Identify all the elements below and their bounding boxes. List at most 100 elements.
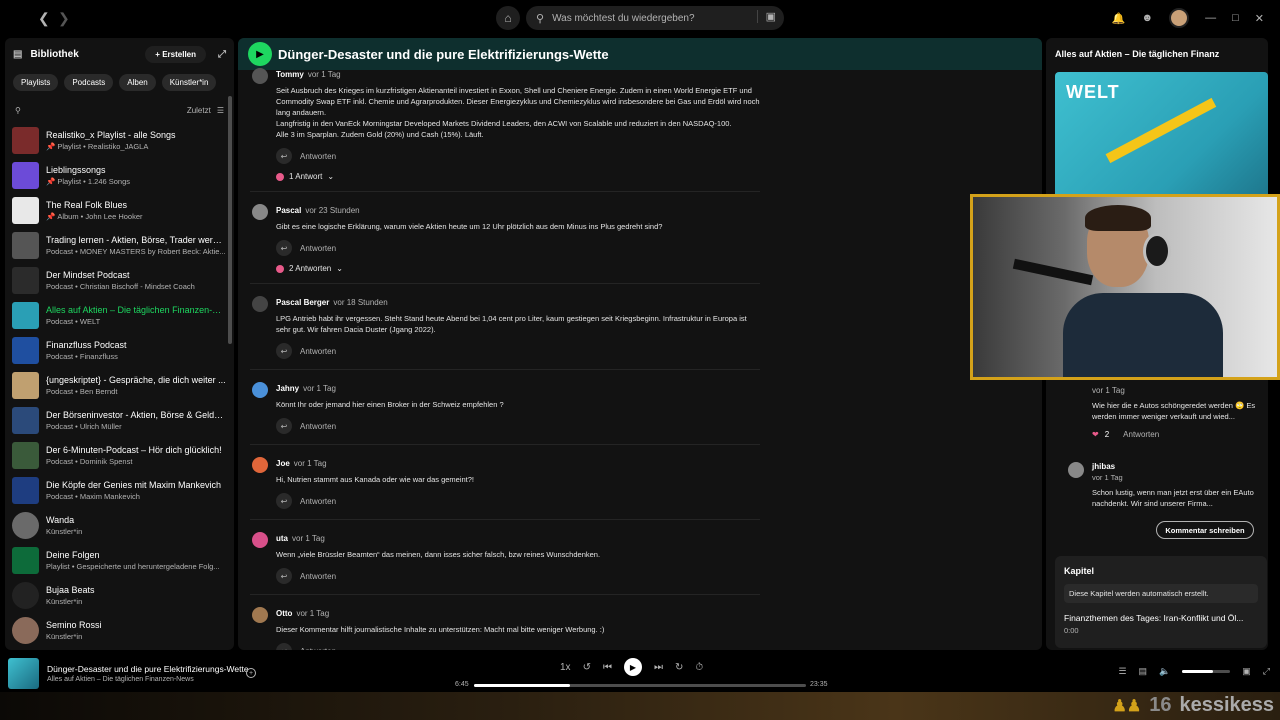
library-item[interactable]: The Real Folk Blues 📌 Album • John Lee Hoo…	[5, 193, 234, 228]
library-item-subtitle-text: Künstler*in	[46, 632, 83, 641]
library-item-cover	[12, 477, 39, 504]
progress-bar[interactable]	[474, 684, 806, 687]
reply-icon[interactable]: ↩	[276, 493, 292, 509]
skip-forward-15-icon[interactable]: ↻	[675, 662, 683, 673]
search-input[interactable]: Was möchtest du wiedergeben?	[552, 13, 695, 24]
queue-icon[interactable]: ☰	[1118, 666, 1126, 677]
filter-chip[interactable]: Alben	[119, 74, 156, 91]
library-item-subtitle-text: Künstler*in	[46, 597, 83, 606]
next-icon[interactable]: ⏭	[654, 662, 663, 673]
podcast-title[interactable]: Alles auf Aktien – Die täglichen Finanz	[1046, 38, 1268, 70]
reply-icon[interactable]: ↩	[276, 568, 292, 584]
reply-icon[interactable]: ↩	[276, 148, 292, 164]
library-title[interactable]: Bibliothek	[30, 49, 78, 60]
reply-button[interactable]: Antworten	[300, 647, 336, 651]
comment-time: vor 18 Stunden	[333, 298, 388, 307]
comment-avatar[interactable]	[252, 457, 268, 473]
friend-activity-icon[interactable]: ☻	[1142, 12, 1154, 24]
list-view-icon[interactable]: ☰	[217, 106, 224, 115]
user-avatar[interactable]	[1169, 8, 1190, 28]
library-item[interactable]: Alles auf Aktien – Die täglichen Finanze…	[5, 298, 234, 333]
library-item[interactable]: Die Köpfe der Genies mit Maxim Mankevich…	[5, 473, 234, 508]
reply-icon[interactable]: ↩	[276, 418, 292, 434]
volume-icon[interactable]: 🔈	[1159, 666, 1170, 677]
library-item[interactable]: Wanda Künstler*in	[5, 508, 234, 543]
thread-count: 1 Antwort	[289, 172, 323, 181]
library-item[interactable]: Der 6-Minuten-Podcast – Hör dich glückli…	[5, 438, 234, 473]
comment-avatar[interactable]	[252, 382, 268, 398]
connect-device-icon[interactable]: ▤	[1139, 666, 1148, 677]
previous-icon[interactable]: ⏮	[603, 662, 612, 673]
play-pause-button[interactable]: ▶	[623, 658, 642, 676]
now-playing-subtitle[interactable]: Alles auf Aktien – Die täglichen Finanze…	[47, 676, 194, 683]
library-item-subtitle: Podcast • WELT	[46, 317, 226, 326]
filter-chip[interactable]: Playlists	[13, 74, 59, 91]
create-button[interactable]: + Erstellen	[145, 45, 206, 63]
library-item[interactable]: Der Mindset Podcast Podcast • Christian B…	[5, 263, 234, 298]
comment-author[interactable]: Joe	[276, 459, 290, 468]
close-window-icon[interactable]: ✕	[1255, 12, 1264, 25]
reply-icon[interactable]: ↩	[276, 643, 292, 650]
library-item-subtitle-text: Playlist • Gespeicherte und heruntergela…	[46, 562, 220, 571]
chapter-item-title[interactable]: Finanzthemen des Tages: Iran-Konflikt un…	[1064, 613, 1258, 623]
comment-avatar[interactable]	[252, 68, 268, 84]
episode-play-button[interactable]: ▶	[248, 42, 272, 66]
expand-library-icon[interactable]: ⤢	[218, 49, 226, 60]
back-arrow-icon[interactable]: ❮	[38, 10, 50, 27]
library-scrollbar[interactable]	[228, 96, 232, 344]
library-item[interactable]: Deine Folgen Playlist • Gespeicherte und …	[5, 543, 234, 578]
reply-button[interactable]: Antworten	[300, 152, 336, 161]
library-item[interactable]: Trading lernen - Aktien, Börse, Trader w…	[5, 228, 234, 263]
reply-icon[interactable]: ↩	[276, 343, 292, 359]
filter-chip[interactable]: Künstler*in	[161, 74, 217, 91]
library-search-icon[interactable]: ⚲	[15, 106, 21, 115]
forward-arrow-icon[interactable]: ❯	[58, 10, 70, 27]
miniplayer-icon[interactable]: ▣	[1242, 666, 1251, 677]
thread-toggle[interactable]: 2 Antworten ⌄	[276, 264, 760, 273]
add-to-library-icon[interactable]: +	[246, 668, 256, 678]
minimize-window-icon[interactable]: —	[1205, 12, 1216, 24]
home-button[interactable]: ⌂	[496, 6, 520, 30]
filter-chip[interactable]: Podcasts	[64, 74, 114, 91]
sleep-timer-icon[interactable]: ⏱	[695, 662, 703, 673]
comment-author[interactable]: Pascal	[276, 206, 301, 215]
reply-button[interactable]: Antworten	[300, 572, 336, 581]
now-playing-cover[interactable]	[8, 658, 39, 689]
reply-icon[interactable]: ↩	[276, 240, 292, 256]
browse-icon[interactable]: ▣	[756, 10, 776, 23]
library-item[interactable]: Bujaa Beats Künstler*in	[5, 578, 234, 613]
library-item[interactable]: Der Börseninvestor - Aktien, Börse & Gel…	[5, 403, 234, 438]
write-comment-button[interactable]: Kommentar schreiben	[1156, 521, 1254, 539]
right-comment-1-reply[interactable]: Antworten	[1123, 430, 1159, 439]
comment-author[interactable]: uta	[276, 534, 288, 543]
comment-author[interactable]: Jahny	[276, 384, 299, 393]
library-item[interactable]: Lieblingssongs 📌 Playlist • 1.246 Songs	[5, 158, 234, 193]
fullscreen-icon[interactable]: ⤢	[1263, 666, 1270, 677]
playback-speed-button[interactable]: 1x	[560, 662, 571, 673]
library-item[interactable]: Realistiko_x Playlist - alle Songs 📌 Playl…	[5, 123, 234, 158]
comment-avatar[interactable]	[252, 532, 268, 548]
reply-button[interactable]: Antworten	[300, 244, 336, 253]
search-bar[interactable]: ⚲ Was möchtest du wiedergeben? ▣	[526, 6, 784, 30]
volume-slider[interactable]	[1182, 670, 1231, 673]
library-item[interactable]: Finanzfluss Podcast Podcast • Finanzfluss	[5, 333, 234, 368]
reply-button[interactable]: Antworten	[300, 422, 336, 431]
notifications-bell-icon[interactable]: 🔔	[1112, 12, 1126, 25]
comment-avatar[interactable]	[252, 607, 268, 623]
library-item[interactable]: Semino Rossi Künstler*in	[5, 613, 234, 648]
comment-author[interactable]: Pascal Berger	[276, 298, 329, 307]
comment-author[interactable]: Tommy	[276, 70, 304, 79]
skip-back-15-icon[interactable]: ↺	[583, 662, 591, 673]
comment-avatar[interactable]	[252, 204, 268, 220]
reply-button[interactable]: Antworten	[300, 497, 336, 506]
library-item[interactable]: {ungeskriptet} - Gespräche, die dich wei…	[5, 368, 234, 403]
reaction-heart-icon[interactable]: ❤	[1092, 430, 1099, 439]
now-playing-title[interactable]: Dünger-Desaster und die pure Elektrifizi…	[47, 664, 249, 674]
maximize-window-icon[interactable]: □	[1232, 12, 1239, 24]
comment-avatar[interactable]	[252, 296, 268, 312]
reply-button[interactable]: Antworten	[300, 347, 336, 356]
library-item-subtitle: Podcast • Finanzfluss	[46, 352, 127, 361]
comment-author[interactable]: Otto	[276, 609, 292, 618]
sort-dropdown[interactable]: Zuletzt	[187, 106, 211, 115]
thread-toggle[interactable]: 1 Antwort ⌄	[276, 172, 760, 181]
